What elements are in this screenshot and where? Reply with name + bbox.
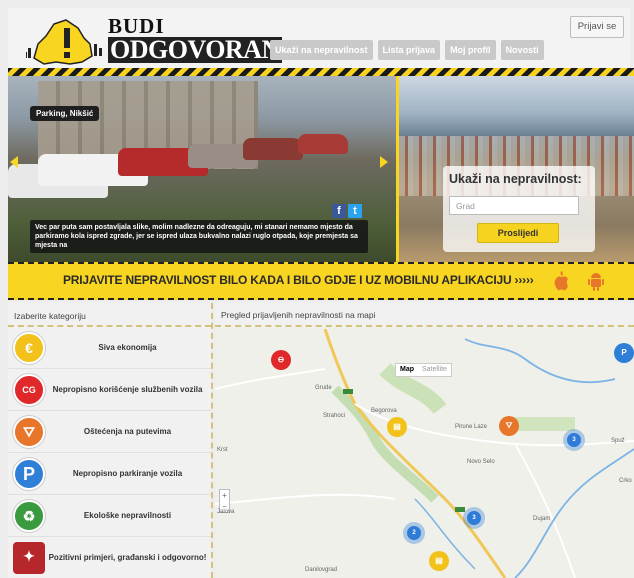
category-positive[interactable]: ✦ Pozitivni primjeri, građanski i odgovo… [8,537,211,578]
app-banner[interactable]: PRIJAVITE NEPRAVILNOST BILO KADA I BILO … [8,262,634,300]
road-damage-marker-icon[interactable]: ⛛ [499,416,519,436]
hero-photo[interactable]: Parking, Nikšić f t Vec par puta sam pos… [8,76,396,262]
hero: Parking, Nikšić f t Vec par puta sam pos… [8,76,634,262]
category-parking[interactable]: P Nepropisno parkiranje vozila [8,453,211,495]
android-icon[interactable] [586,271,606,291]
car-image [298,134,348,154]
facebook-icon[interactable]: f [332,204,346,218]
map-button[interactable]: Map [396,364,418,376]
town-label: Begorova [371,408,397,414]
grey-economy-icon: € [13,331,45,364]
category-label: Nepropisno korišćenje službenih vozila [52,385,203,394]
satellite-button[interactable]: Satellite [418,364,451,376]
nav-news[interactable]: Novosti [500,40,544,60]
category-road-damage[interactable]: ⛛ Oštećenja na putevima [8,411,211,453]
marker-cluster[interactable]: 3 [467,511,481,525]
town-label: Dujam [533,516,551,522]
category-label: Pozitivni primjeri, građanski i odgovorn… [48,553,207,562]
report-form: Ukaži na nepravilnost: Grad Proslijedi [443,166,595,252]
category-label: Nepropisno parkiranje vozila [72,469,183,478]
categories-panel: Izaberite kategoriju € Siva ekonomija CG… [8,303,211,578]
town-label: Novo Selo [467,459,495,465]
official-vehicle-icon: CG [13,373,45,406]
login-button[interactable]: Prijavi se [570,16,624,38]
map-canvas[interactable]: Map Satellite + − Grude Strahoci Begorova… [215,328,634,578]
nav-list[interactable]: Lista prijava [377,40,441,60]
page: BUDI ODGOVORAN Ukaži na nepravilnost Lis… [0,0,634,578]
grey-economy-marker-icon[interactable]: ▤ [429,551,449,571]
categories-title: Izaberite kategoriju [8,303,211,327]
photo-location: Parking, Nikšić [30,106,100,121]
recycle-icon: ♻ [13,499,45,532]
category-label: Ekološke nepravilnosti [83,511,172,520]
town-label: Pirune Laze [455,424,488,430]
photo-caption: Vec par puta sam postavljala slike, moli… [30,220,368,253]
nav-report[interactable]: Ukaži na nepravilnost [270,40,373,60]
official-vehicle-marker-icon[interactable]: ⊖ [271,350,291,370]
logo-map-icon [24,19,102,65]
share-buttons: f t [332,204,362,218]
city-photo: Ukaži na nepravilnost: Grad Proslijedi [399,76,634,262]
road-icon: ⛛ [13,415,45,448]
prev-arrow-icon[interactable] [10,156,18,168]
next-arrow-icon[interactable] [380,156,388,168]
map-panel: Pregled prijavljenih nepravilnosti na ma… [215,303,634,578]
map-type-toggle[interactable]: Map Satellite [395,363,452,377]
grey-economy-marker-icon[interactable]: ▤ [387,417,407,437]
town-label: Crko [619,478,632,484]
town-label: Danilovgrad [305,567,338,573]
logo-line1: BUDI [108,14,165,38]
hazard-stripe-top [8,68,634,76]
logo-text: BUDI ODGOVORAN [108,16,282,63]
category-label: Siva ekonomija [98,343,157,352]
town-label: Strahoci [323,413,346,419]
logo-line2: ODGOVORAN [108,35,282,64]
submit-button[interactable]: Proslijedi [477,223,559,243]
town-label: Grude [315,385,332,391]
category-label: Oštećenja na putevima [83,427,172,436]
category-official-vehicles[interactable]: CG Nepropisno korišćenje službenih vozil… [8,369,211,411]
car-image [243,138,303,160]
marker-cluster[interactable]: 3 [567,433,581,447]
category-grey-economy[interactable]: € Siva ekonomija [8,327,211,369]
category-ecology[interactable]: ♻ Ekološke nepravilnosti [8,495,211,537]
parking-icon: P [13,457,45,490]
marker-cluster[interactable]: 2 [407,526,421,540]
apple-icon[interactable] [552,271,572,291]
banner-text: PRIJAVITE NEPRAVILNOST BILO KADA I BILO … [63,273,534,287]
positive-icon: ✦ [13,541,45,574]
parking-marker-icon[interactable]: P [614,343,634,363]
report-title: Ukaži na nepravilnost: [449,172,582,186]
header: BUDI ODGOVORAN Ukaži na nepravilnost Lis… [8,8,630,68]
city-input[interactable]: Grad [449,196,579,215]
town-label: Jalova [217,509,235,515]
town-label: Spuž [611,438,625,444]
twitter-icon[interactable]: t [348,204,362,218]
town-label: Krst [217,447,228,453]
main-nav: Ukaži na nepravilnost Lista prijava Moj … [270,40,544,60]
map-title: Pregled prijavljenih nepravilnosti na ma… [215,303,634,327]
nav-profile[interactable]: Moj profil [445,40,496,60]
logo[interactable]: BUDI ODGOVORAN [24,14,282,68]
